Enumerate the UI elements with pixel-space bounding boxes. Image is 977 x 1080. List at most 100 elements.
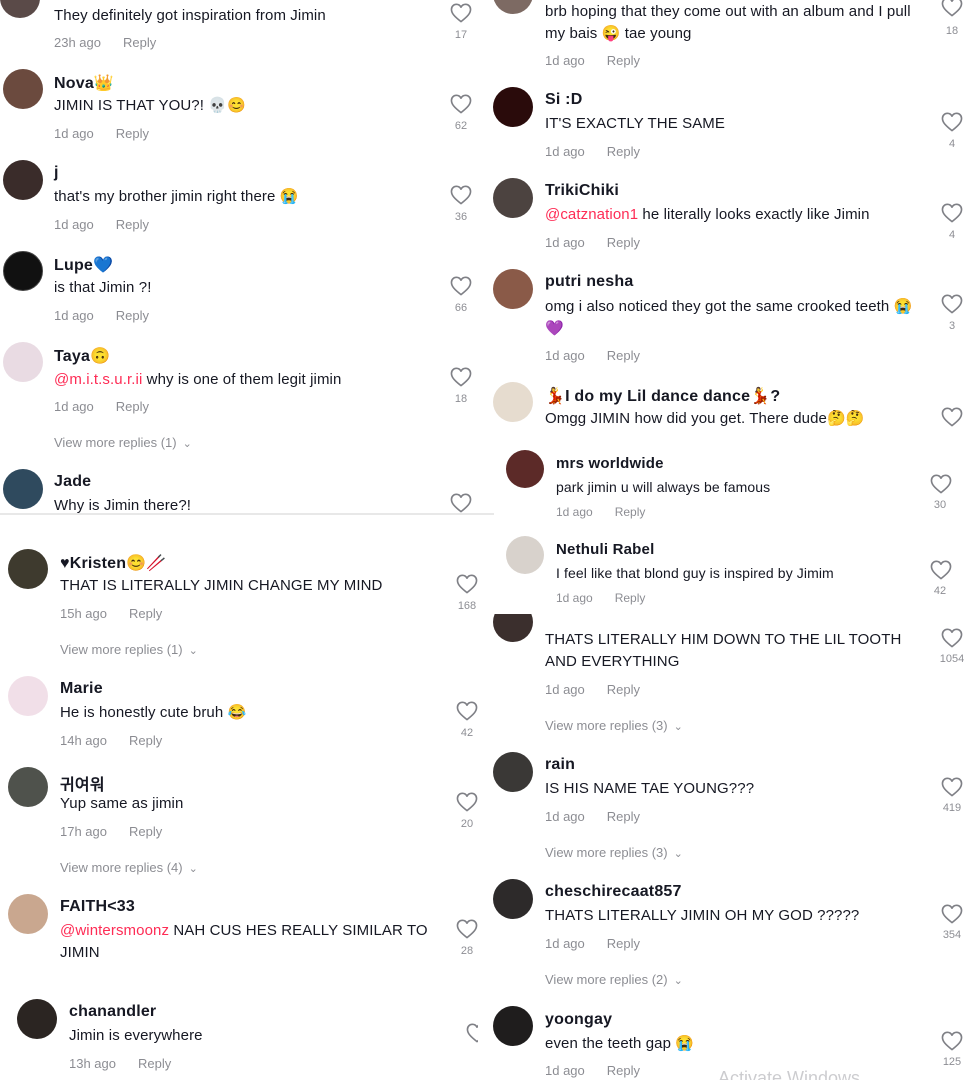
avatar[interactable] (493, 614, 533, 642)
heart-icon[interactable] (456, 574, 478, 594)
heart-icon[interactable] (456, 919, 478, 939)
view-more-replies-button[interactable]: View more replies (1) ⌄ (54, 435, 192, 450)
comment-body: why is one of them legit jimin (142, 371, 342, 388)
reply-button[interactable]: Reply (116, 126, 149, 141)
reply-button[interactable]: Reply (116, 399, 149, 414)
avatar[interactable] (0, 0, 40, 18)
reply-button[interactable]: Reply (607, 235, 640, 250)
reply-button[interactable]: Reply (607, 53, 640, 68)
avatar[interactable] (3, 160, 43, 200)
reply-button[interactable]: Reply (116, 308, 149, 323)
avatar[interactable] (3, 69, 43, 109)
reply-button[interactable]: Reply (607, 936, 640, 951)
heart-icon[interactable] (450, 493, 472, 513)
avatar[interactable] (493, 269, 533, 309)
username[interactable]: Lupe💙 (54, 255, 113, 275)
view-more-replies-button[interactable]: View more replies (3) ⌄ (545, 718, 683, 733)
username[interactable]: Si :D (545, 91, 582, 109)
mention-link[interactable]: @catznation1 (545, 206, 638, 223)
username[interactable]: Taya🙃 (54, 346, 110, 366)
heart-icon[interactable] (941, 777, 963, 797)
reply-button[interactable]: Reply (138, 1056, 171, 1071)
username[interactable]: Nethuli Rabel (556, 541, 654, 558)
avatar[interactable] (3, 251, 43, 291)
avatar[interactable] (506, 450, 544, 488)
reply-button[interactable]: Reply (116, 217, 149, 232)
avatar[interactable] (493, 382, 533, 422)
avatar[interactable] (493, 1006, 533, 1046)
avatar[interactable] (506, 536, 544, 574)
username[interactable]: Nova👑 (54, 73, 114, 93)
comment-text: IS HIS NAME TAE YOUNG??? (545, 780, 755, 797)
reply-button[interactable]: Reply (607, 144, 640, 159)
comment-meta: 1d ago Reply (556, 505, 645, 519)
heart-icon[interactable] (466, 1023, 478, 1043)
reply-button[interactable]: Reply (129, 606, 162, 621)
avatar[interactable] (493, 87, 533, 127)
avatar[interactable] (8, 894, 48, 934)
username[interactable]: ♥Kristen😊🥢 (60, 553, 166, 573)
heart-icon[interactable] (930, 560, 952, 580)
avatar[interactable] (3, 469, 43, 509)
reply-button[interactable]: Reply (129, 824, 162, 839)
heart-icon[interactable] (941, 203, 963, 223)
avatar[interactable] (3, 342, 43, 382)
heart-icon[interactable] (456, 701, 478, 721)
avatar[interactable] (8, 549, 48, 589)
avatar[interactable] (17, 999, 57, 1039)
comment-time: 1d ago (54, 399, 94, 414)
reply-button[interactable]: Reply (615, 505, 646, 519)
username[interactable]: Jade (54, 473, 91, 491)
heart-icon[interactable] (941, 1031, 963, 1051)
heart-icon[interactable] (450, 94, 472, 114)
reply-button[interactable]: Reply (123, 35, 156, 50)
avatar[interactable] (493, 178, 533, 218)
reply-button[interactable]: Reply (607, 348, 640, 363)
heart-icon[interactable] (941, 294, 963, 314)
view-more-replies-button[interactable]: View more replies (4) ⌄ (60, 860, 198, 875)
mention-link[interactable]: @wintersmoonz (60, 922, 169, 939)
like-count: 20 (460, 818, 474, 830)
username[interactable]: chanandler (69, 1003, 156, 1021)
avatar[interactable] (493, 752, 533, 792)
comment-text: @catznation1 he literally looks exactly … (545, 204, 870, 226)
username[interactable]: putri nesha (545, 273, 633, 291)
username[interactable]: mrs worldwide (556, 455, 664, 472)
username[interactable]: FAITH<33 (60, 898, 135, 916)
username[interactable]: TrikiChiki (545, 182, 619, 200)
username[interactable]: rain (545, 756, 575, 774)
username[interactable]: 💃I do my Lil dance dance💃? (545, 386, 780, 406)
avatar[interactable] (8, 767, 48, 807)
avatar[interactable] (493, 0, 533, 14)
avatar[interactable] (8, 676, 48, 716)
heart-icon[interactable] (941, 0, 963, 17)
reply-button[interactable]: Reply (607, 682, 640, 697)
view-more-replies-button[interactable]: View more replies (1) ⌄ (60, 642, 198, 657)
heart-icon[interactable] (941, 407, 963, 427)
username[interactable]: cheschirecaat857 (545, 883, 682, 901)
mention-link[interactable]: @m.i.t.s.u.r.ii (54, 371, 142, 388)
heart-icon[interactable] (450, 3, 472, 23)
username[interactable]: Marie (60, 680, 103, 698)
heart-icon[interactable] (450, 276, 472, 296)
heart-icon[interactable] (456, 792, 478, 812)
comment-column-left: They definitely got inspiration from Jim… (0, 0, 494, 1080)
heart-icon[interactable] (450, 185, 472, 205)
username[interactable]: yoongay (545, 1011, 612, 1029)
comment-text: Yup same as jimin (60, 795, 184, 812)
heart-icon[interactable] (941, 112, 963, 132)
reply-button[interactable]: Reply (607, 809, 640, 824)
view-more-replies-button[interactable]: View more replies (2) ⌄ (545, 972, 683, 987)
heart-icon[interactable] (941, 904, 963, 924)
heart-icon[interactable] (941, 628, 963, 648)
reply-button[interactable]: Reply (129, 733, 162, 748)
reply-button[interactable]: Reply (607, 1063, 640, 1078)
username[interactable]: 귀여워 (60, 771, 105, 795)
heart-icon[interactable] (930, 474, 952, 494)
comment-text: even the teeth gap 😭 (545, 1035, 695, 1052)
avatar[interactable] (493, 879, 533, 919)
view-more-replies-button[interactable]: View more replies (3) ⌄ (545, 845, 683, 860)
username[interactable]: j (54, 164, 59, 182)
reply-button[interactable]: Reply (615, 591, 646, 605)
heart-icon[interactable] (450, 367, 472, 387)
